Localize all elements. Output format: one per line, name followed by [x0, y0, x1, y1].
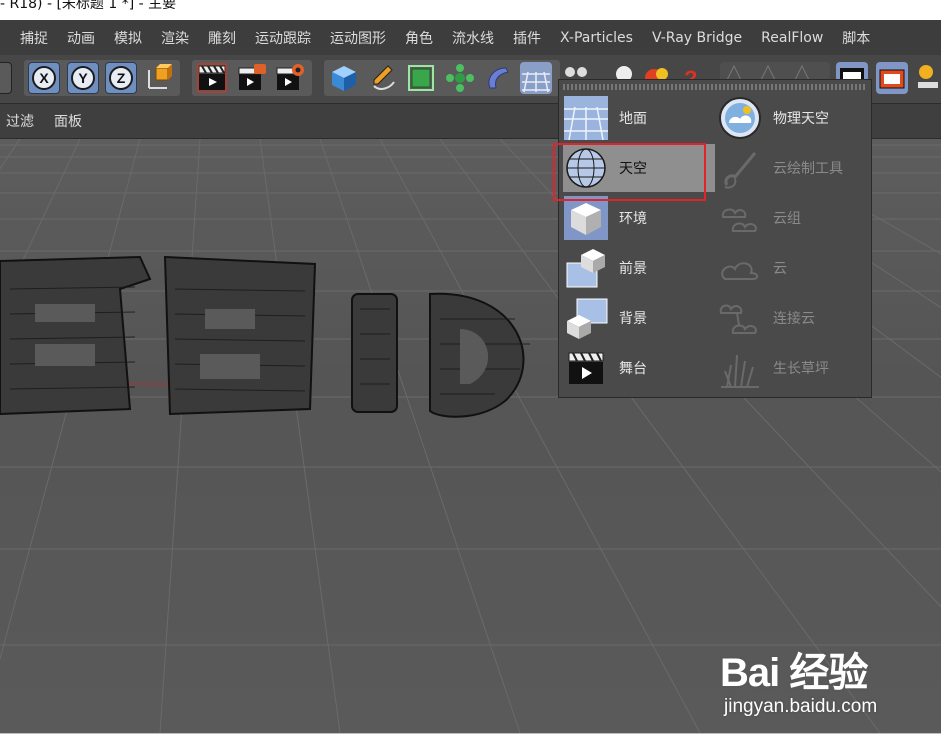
- cube-icon: [332, 66, 356, 91]
- dropdown-drag-handle[interactable]: [563, 84, 867, 90]
- menu-pipeline[interactable]: 流水线: [442, 28, 503, 48]
- menu-motion-tracking[interactable]: 运动跟踪: [245, 28, 320, 48]
- menu-item-foreground-label: 前景: [619, 261, 647, 277]
- menu-item-cloud-label: 云: [773, 261, 787, 277]
- user-button[interactable]: [912, 62, 941, 94]
- menu-sculpt[interactable]: 雕刻: [198, 28, 245, 48]
- cloud-icon: [717, 245, 763, 291]
- scene-objects-button[interactable]: [520, 62, 552, 94]
- grow-grass-icon: [717, 345, 763, 391]
- menu-item-background-label: 背景: [619, 311, 647, 327]
- lock-y-axis-button[interactable]: Y: [67, 62, 99, 94]
- menu-item-foreground[interactable]: 前景: [563, 244, 715, 292]
- render-to-picture-viewer-button[interactable]: [236, 62, 268, 94]
- menu-item-stage-label: 舞台: [619, 361, 647, 377]
- menu-item-cloud-group: 云组: [717, 194, 869, 242]
- menu-item-connect-clouds-label: 连接云: [773, 311, 815, 327]
- menu-animate[interactable]: 动画: [57, 28, 104, 48]
- menu-item-environment[interactable]: 环境: [563, 194, 715, 242]
- physical-sky-icon: [717, 95, 763, 141]
- render-settings-gear-icon: [276, 64, 304, 90]
- menu-item-physical-sky[interactable]: 物理天空: [717, 94, 869, 142]
- window-title: - R18) - [未标题 1 *] - 主要: [0, 0, 177, 12]
- lock-x-axis-button[interactable]: X: [28, 62, 60, 94]
- folder-icon: [879, 69, 905, 89]
- clapperboard-icon: [197, 63, 227, 93]
- menu-script[interactable]: 脚本: [832, 28, 879, 48]
- cloner-button[interactable]: [444, 62, 476, 94]
- menu-realflow[interactable]: RealFlow: [751, 30, 832, 46]
- x-axis-icon: X: [32, 66, 56, 90]
- menu-plugins[interactable]: 插件: [503, 28, 550, 48]
- pen-spline-button[interactable]: [366, 62, 398, 94]
- toolbar-edge-button[interactable]: [0, 62, 12, 94]
- cloner-icon: [446, 64, 474, 92]
- render-view-button[interactable]: [196, 62, 228, 94]
- coordinate-system-button[interactable]: [143, 62, 175, 94]
- user-icon: [918, 65, 938, 88]
- 3d-text-model[interactable]: [0, 255, 530, 418]
- z-axis-icon: Z: [109, 66, 133, 90]
- clapperboard-render-icon: [238, 64, 266, 90]
- bend-deformer-icon: [488, 67, 509, 89]
- cloud-paint-tool-icon: [717, 145, 763, 191]
- menu-x-particles[interactable]: X-Particles: [550, 30, 642, 46]
- render-settings-button[interactable]: [274, 62, 306, 94]
- main-menu-bar: 捕捉 动画 模拟 渲染 雕刻 运动跟踪 运动图形 角色 流水线 插件 X-Par…: [0, 20, 941, 55]
- floor-grid-icon: [522, 71, 550, 93]
- menu-simulate[interactable]: 模拟: [104, 28, 151, 48]
- floor-icon: [563, 95, 609, 141]
- menu-mograph[interactable]: 运动图形: [320, 28, 395, 48]
- menu-item-cloud-group-label: 云组: [773, 211, 801, 227]
- menu-item-cloud-paint-tool: 云绘制工具: [717, 144, 869, 192]
- subdivision-surface-button[interactable]: [405, 62, 437, 94]
- menu-snap[interactable]: 捕捉: [0, 28, 57, 48]
- stage-icon: [563, 345, 609, 391]
- baidu-jingyan-watermark: Bai 经验 jingyan.baidu.com: [720, 640, 930, 720]
- connect-clouds-icon: [717, 295, 763, 341]
- menu-item-floor[interactable]: 地面: [563, 94, 715, 142]
- menu-item-grow-grass-label: 生长草坪: [773, 361, 829, 377]
- deformer-button[interactable]: [482, 62, 514, 94]
- menu-filter[interactable]: 过滤: [6, 111, 34, 131]
- menu-panel[interactable]: 面板: [54, 111, 82, 131]
- menu-item-cloud-paint-tool-label: 云绘制工具: [773, 161, 843, 177]
- watermark-url: jingyan.baidu.com: [724, 696, 878, 717]
- menu-item-floor-label: 地面: [619, 111, 647, 127]
- menu-item-environment-label: 环境: [619, 211, 647, 227]
- environment-icon: [563, 195, 609, 241]
- cube-primitive-button[interactable]: [328, 62, 360, 94]
- menu-item-connect-clouds: 连接云: [717, 294, 869, 342]
- menu-item-grow-grass: 生长草坪: [717, 344, 869, 392]
- menu-item-physical-sky-label: 物理天空: [773, 111, 829, 127]
- y-axis-icon: Y: [71, 66, 95, 90]
- content-browser-button[interactable]: [876, 62, 908, 94]
- menu-character[interactable]: 角色: [395, 28, 442, 48]
- foreground-icon: [563, 245, 609, 291]
- sky-highlight-annotation: [553, 143, 706, 201]
- background-icon: [563, 295, 609, 341]
- subdivision-cube-icon: [408, 65, 434, 91]
- world-coordinates-icon: [148, 64, 172, 89]
- window-title-bar: - R18) - [未标题 1 *] - 主要: [0, 0, 941, 20]
- baidu-logo: Bai 经验: [720, 651, 868, 695]
- menu-item-background[interactable]: 背景: [563, 294, 715, 342]
- menu-item-stage[interactable]: 舞台: [563, 344, 715, 392]
- cloud-group-icon: [717, 195, 763, 241]
- pen-icon: [373, 65, 395, 90]
- menu-render[interactable]: 渲染: [151, 28, 198, 48]
- menu-item-cloud: 云: [717, 244, 869, 292]
- menu-vray-bridge[interactable]: V-Ray Bridge: [642, 30, 751, 46]
- scene-objects-dropdown: 地面 天空 环境 前景 背景 舞台 物理天空 云绘制工具 云组 云 连接云 生长…: [558, 79, 872, 398]
- lock-z-axis-button[interactable]: Z: [105, 62, 137, 94]
